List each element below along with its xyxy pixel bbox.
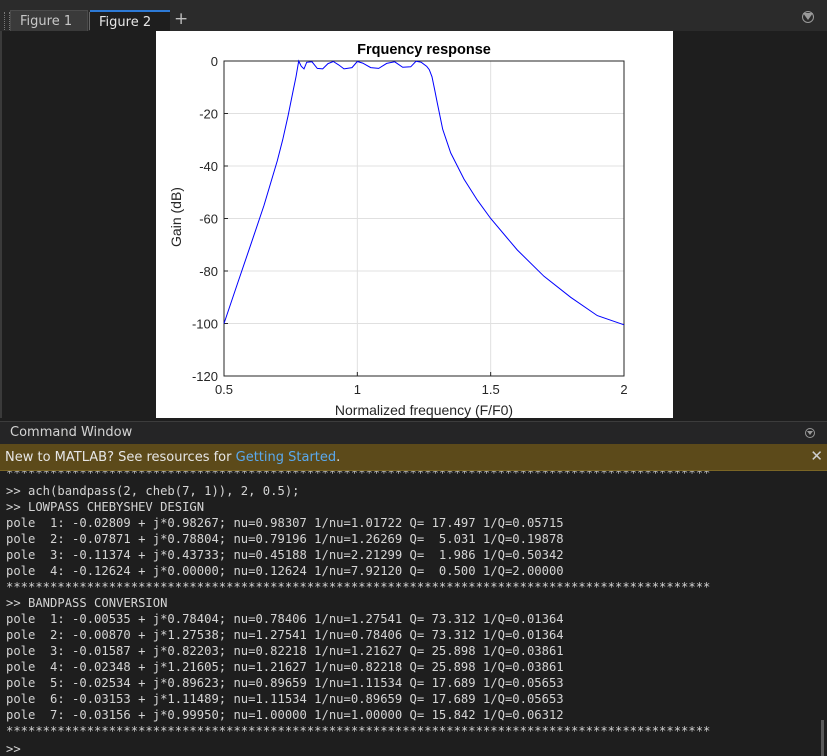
chart-title: Frquency response — [357, 42, 491, 58]
command-line: >> BANDPASS CONVERSION — [6, 596, 168, 610]
command-output[interactable]: ****************************************… — [0, 471, 827, 756]
y-tick-label: -40 — [199, 159, 218, 174]
tab-label: Figure 1 — [20, 14, 73, 29]
separator-line: ****************************************… — [6, 580, 711, 594]
command-line: >> LOWPASS CHEBYSHEV DESIGN — [6, 500, 205, 514]
output-line: pole 1: -0.02809 + j*0.98267; nu=0.98307… — [6, 516, 564, 530]
x-axis-label: Normalized frequency (F/F0) — [335, 402, 513, 418]
grid-lines — [223, 60, 625, 377]
command-window-header: Command Window — [0, 421, 827, 444]
y-tick-label: -120 — [192, 369, 218, 384]
x-tick-label: 2 — [620, 382, 627, 397]
close-icon[interactable]: ✕ — [810, 447, 823, 465]
output-line: pole 2: -0.00870 + j*1.27538; nu=1.27541… — [6, 628, 564, 642]
command-prompt[interactable]: >> — [6, 741, 21, 756]
output-line: pole 5: -0.02534 + j*0.89623; nu=0.89659… — [6, 676, 564, 690]
tab-figure-1[interactable]: Figure 1 — [10, 10, 88, 31]
output-line: pole 4: -0.02348 + j*1.21605; nu=1.21627… — [6, 660, 564, 674]
add-tab-button[interactable]: + — [174, 10, 188, 28]
y-tick-label: -60 — [199, 212, 218, 227]
y-axis-label: Gain (dB) — [168, 187, 184, 247]
banner-message: New to MATLAB? See resources for Getting… — [5, 450, 340, 465]
command-window-title: Command Window — [10, 425, 133, 440]
frequency-response-plot: Frquency response Normalized frequency (… — [168, 42, 628, 418]
tab-figure-2[interactable]: Figure 2 — [90, 10, 170, 31]
figure-tab-bar: Figure 1 Figure 2 + — [0, 0, 827, 31]
output-line: pole 1: -0.00535 + j*0.78404; nu=0.78406… — [6, 612, 564, 626]
scrollbar-thumb[interactable] — [821, 720, 824, 756]
separator-line: ****************************************… — [6, 471, 711, 480]
output-line: pole 4: -0.12624 + j*0.00000; nu=0.12624… — [6, 564, 564, 578]
gain-curve — [223, 59, 625, 326]
figure-canvas[interactable]: Frquency response Normalized frequency (… — [156, 31, 673, 418]
output-line: pole 6: -0.03153 + j*1.11489; nu=1.11534… — [6, 692, 564, 706]
banner-suffix: . — [336, 450, 341, 465]
y-tick-label: -100 — [192, 317, 218, 332]
panel-edge — [0, 31, 2, 418]
y-tick-label: 0 — [211, 54, 218, 69]
output-line: pole 3: -0.01587 + j*0.82203; nu=0.82218… — [6, 644, 564, 658]
chevron-down-icon[interactable] — [802, 11, 814, 23]
getting-started-link[interactable]: Getting Started — [236, 450, 337, 465]
info-banner: New to MATLAB? See resources for Getting… — [0, 444, 827, 471]
x-tick-label: 1.5 — [482, 382, 500, 397]
chevron-down-icon[interactable] — [805, 428, 815, 438]
y-tick-label: -80 — [199, 264, 218, 279]
tab-label: Figure 2 — [99, 15, 152, 30]
separator-line: ****************************************… — [6, 724, 711, 738]
x-tick-label: 1 — [354, 382, 361, 397]
data-series — [223, 59, 625, 326]
y-tick-label: -20 — [199, 107, 218, 122]
output-line: pole 2: -0.07871 + j*0.78804; nu=0.79196… — [6, 532, 564, 546]
output-line: pole 7: -0.03156 + j*0.99950; nu=1.00000… — [6, 708, 564, 722]
output-line: pole 3: -0.11374 + j*0.43733; nu=0.45188… — [6, 548, 564, 562]
banner-text: New to MATLAB? See resources for — [5, 450, 236, 465]
x-tick-label: 0.5 — [215, 382, 233, 397]
command-line: >> ach(bandpass(2, cheb(7, 1)), 2, 0.5); — [6, 484, 300, 498]
